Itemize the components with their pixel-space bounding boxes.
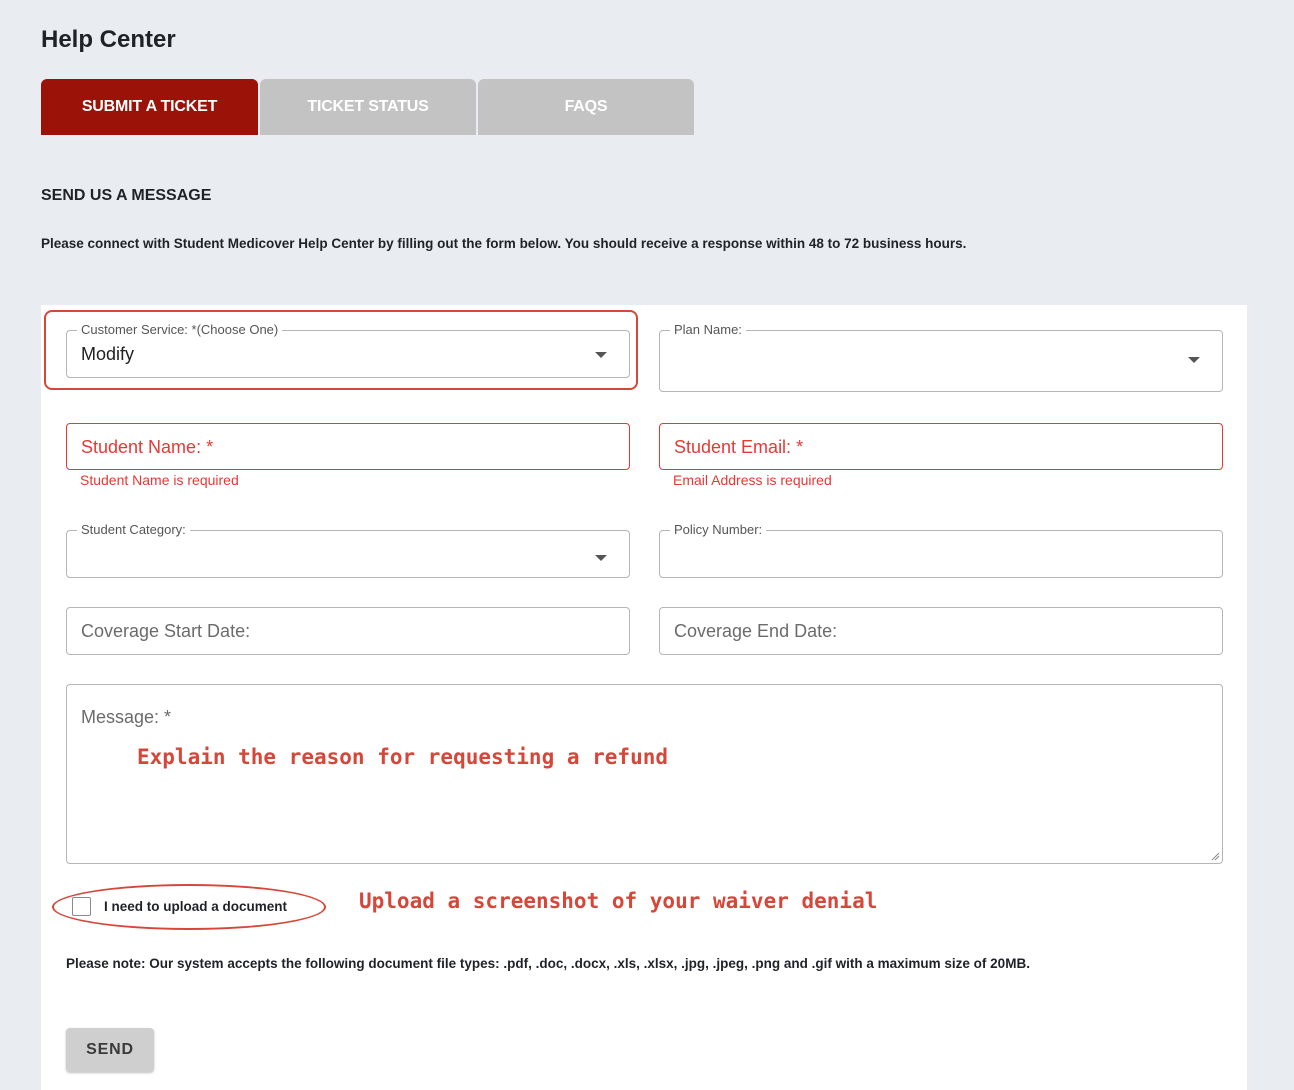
plan-name-legend: Plan Name: <box>670 322 746 337</box>
student-email-placeholder: Student Email: * <box>674 437 804 457</box>
policy-number-field[interactable]: Policy Number: <box>659 522 1223 578</box>
tab-submit-ticket[interactable]: SUBMIT A TICKET <box>41 79 258 135</box>
file-types-note: Please note: Our system accepts the foll… <box>66 956 1030 971</box>
tab-faqs[interactable]: FAQS <box>478 79 694 135</box>
upload-document-label[interactable]: I need to upload a document <box>104 899 287 914</box>
student-name-field[interactable]: Student Name: * <box>66 423 630 470</box>
message-hint-annotation: Explain the reason for requesting a refu… <box>137 745 669 769</box>
student-name-placeholder: Student Name: * <box>81 437 214 457</box>
message-textarea[interactable]: Message: * <box>66 684 1223 864</box>
tab-ticket-status[interactable]: TICKET STATUS <box>260 79 476 135</box>
customer-service-highlight <box>44 310 638 390</box>
coverage-start-placeholder: Coverage Start Date: <box>81 621 251 641</box>
student-email-field[interactable]: Student Email: * <box>659 423 1223 470</box>
chevron-down-icon <box>1188 357 1200 364</box>
student-email-error: Email Address is required <box>673 472 832 488</box>
ticket-form-card: Customer Service: *(Choose One) Modify P… <box>41 305 1247 1090</box>
coverage-end-date-field[interactable]: Coverage End Date: <box>659 607 1223 655</box>
page-title: Help Center <box>41 26 176 53</box>
tab-bar: SUBMIT A TICKET TICKET STATUS FAQS <box>41 79 696 135</box>
coverage-end-placeholder: Coverage End Date: <box>674 621 838 641</box>
upload-document-checkbox[interactable] <box>72 897 91 916</box>
send-button[interactable]: SEND <box>66 1028 154 1072</box>
section-title: SEND US A MESSAGE <box>41 187 212 204</box>
student-name-error: Student Name is required <box>80 472 239 488</box>
intro-text: Please connect with Student Medicover He… <box>41 236 967 251</box>
upload-hint-annotation: Upload a screenshot of your waiver denia… <box>359 889 878 913</box>
policy-number-legend: Policy Number: <box>670 522 767 537</box>
student-category-legend: Student Category: <box>77 522 190 537</box>
resize-handle-icon[interactable] <box>1210 851 1220 861</box>
coverage-start-date-field[interactable]: Coverage Start Date: <box>66 607 630 655</box>
student-category-select[interactable]: Student Category: <box>66 522 630 578</box>
message-placeholder: Message: * <box>81 707 172 727</box>
chevron-down-icon <box>595 555 607 561</box>
plan-name-select[interactable]: Plan Name: <box>659 322 1223 392</box>
